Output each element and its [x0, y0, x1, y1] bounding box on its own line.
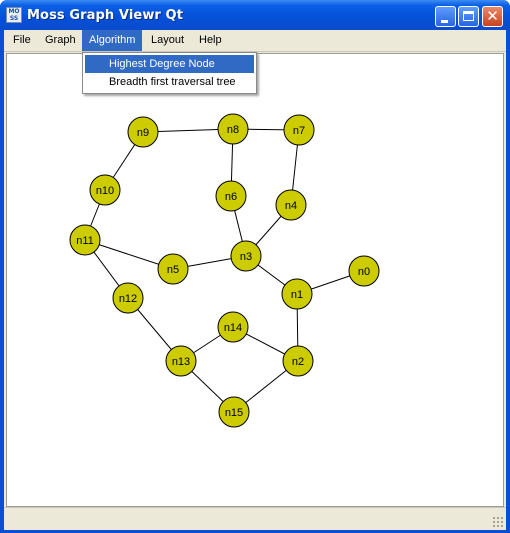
close-icon: ✕	[486, 7, 499, 25]
menu-bar: File Graph Algorithm Layout Help	[4, 30, 506, 52]
graph-node-n2[interactable]: n2	[282, 345, 314, 377]
graph-node-n5[interactable]: n5	[157, 253, 189, 285]
graph-node-n14[interactable]: n14	[217, 311, 249, 343]
node-label: n5	[167, 264, 179, 276]
graph-node-n10[interactable]: n10	[89, 174, 121, 206]
graph-node-n6[interactable]: n6	[215, 180, 247, 212]
node-label: n1	[291, 289, 303, 301]
app-window: MO SS Moss Graph Viewr Qt ✕ File Graph Al…	[0, 0, 510, 533]
graph-node-n13[interactable]: n13	[165, 345, 197, 377]
resize-grip-icon[interactable]	[492, 516, 503, 527]
graph-node-n7[interactable]: n7	[283, 114, 315, 146]
node-label: n12	[119, 293, 137, 305]
minimize-icon	[441, 20, 448, 23]
minimize-button[interactable]	[435, 6, 456, 27]
menu-item-highest-degree-node[interactable]: Highest Degree Node	[85, 55, 254, 73]
menu-graph[interactable]: Graph	[38, 30, 83, 51]
node-label: n4	[285, 200, 297, 212]
menu-layout[interactable]: Layout	[144, 30, 191, 51]
graph-node-n15[interactable]: n15	[218, 396, 250, 428]
node-label: n15	[225, 407, 243, 419]
graph-view[interactable]: n0 n1 n2 n3 n4 n5 n6 n7 n8 n9 n10 n11 n12 n13 n14 n15	[7, 54, 503, 506]
menu-item-breadth-first-traversal-tree[interactable]: Breadth first traversal tree	[85, 73, 254, 91]
node-label: n10	[96, 185, 114, 197]
graph-node-n8[interactable]: n8	[217, 113, 249, 145]
menu-help[interactable]: Help	[192, 30, 229, 51]
app-icon: MO SS	[6, 7, 22, 23]
node-label: n3	[240, 251, 252, 263]
graph-node-n3[interactable]: n3	[230, 240, 262, 272]
algorithm-dropdown-menu: Highest Degree Node Breadth first traver…	[82, 52, 257, 94]
title-bar[interactable]: MO SS Moss Graph Viewr Qt ✕	[0, 0, 510, 30]
node-label: n2	[292, 356, 304, 368]
node-label: n0	[358, 266, 370, 278]
close-button[interactable]: ✕	[482, 6, 503, 27]
node-label: n8	[227, 124, 239, 136]
node-label: n13	[172, 356, 190, 368]
menu-file[interactable]: File	[6, 30, 38, 51]
window-title: Moss Graph Viewr Qt	[27, 8, 184, 23]
graph-canvas[interactable]: n0 n1 n2 n3 n4 n5 n6 n7 n8 n9 n10 n11 n12 n13 n14 n15	[6, 53, 504, 507]
maximize-button[interactable]	[458, 6, 479, 27]
node-label: n14	[224, 322, 242, 334]
menu-algorithm[interactable]: Algorithm	[82, 30, 143, 51]
graph-node-n9[interactable]: n9	[127, 116, 159, 148]
node-label: n9	[137, 127, 149, 139]
graph-node-n1[interactable]: n1	[281, 278, 313, 310]
graph-node-n11[interactable]: n11	[69, 224, 101, 256]
graph-node-n0[interactable]: n0	[348, 255, 380, 287]
maximize-icon	[463, 11, 474, 21]
graph-node-n4[interactable]: n4	[275, 189, 307, 221]
node-label: n11	[76, 235, 94, 247]
node-label: n6	[225, 191, 237, 203]
graph-node-n12[interactable]: n12	[112, 282, 144, 314]
node-label: n7	[293, 125, 305, 137]
client-area: File Graph Algorithm Layout Help n0 n1 n2 n…	[4, 30, 506, 530]
status-bar	[4, 507, 506, 530]
